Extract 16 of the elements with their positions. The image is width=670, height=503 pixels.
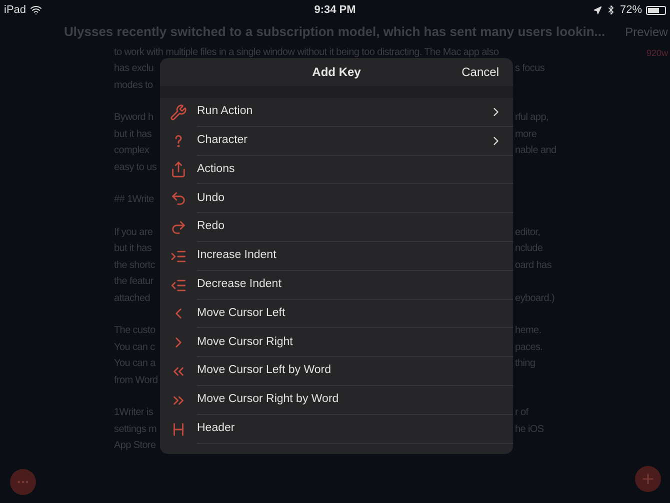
cancel-button[interactable]: Cancel [462,63,499,81]
wrench-icon [170,104,187,121]
add-button[interactable] [635,466,661,492]
more-button[interactable] [10,469,36,495]
bluetooth-icon [606,5,616,15]
word-count: 920w [646,47,668,60]
dialog-title: Add Key [312,64,361,81]
share-icon [170,161,187,178]
battery-percent: 72% [620,2,642,18]
undo-icon [170,190,187,208]
location-icon [592,6,602,14]
clock: 9:34 PM [314,2,356,18]
device-name: iPad [4,2,26,18]
battery-icon [646,6,666,14]
redo-icon [170,219,187,236]
plus-icon [640,471,656,487]
